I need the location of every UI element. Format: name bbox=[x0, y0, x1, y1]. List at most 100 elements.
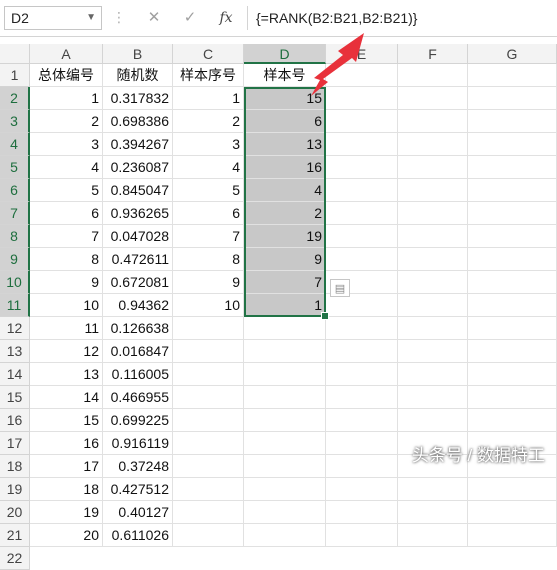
cell-g16[interactable] bbox=[468, 409, 557, 432]
cell-f20[interactable] bbox=[398, 501, 468, 524]
cell-e3[interactable] bbox=[326, 110, 398, 133]
cell-d18[interactable] bbox=[244, 455, 326, 478]
cell-b12[interactable]: 0.126638 bbox=[103, 317, 173, 340]
row-header-1[interactable]: 1 bbox=[0, 64, 30, 87]
cell-g14[interactable] bbox=[468, 363, 557, 386]
cell-g21[interactable] bbox=[468, 524, 557, 547]
cell-d10[interactable]: 7 bbox=[244, 271, 326, 294]
cell-f21[interactable] bbox=[398, 524, 468, 547]
cell-a6[interactable]: 5 bbox=[30, 179, 103, 202]
enter-icon[interactable]: ✓ bbox=[178, 6, 202, 30]
cell-c5[interactable]: 4 bbox=[173, 156, 244, 179]
row-header-9[interactable]: 9 bbox=[0, 248, 30, 271]
chevron-down-icon[interactable]: ▼ bbox=[86, 7, 96, 29]
cell-c21[interactable] bbox=[173, 524, 244, 547]
cell-a7[interactable]: 6 bbox=[30, 202, 103, 225]
cell-d17[interactable] bbox=[244, 432, 326, 455]
cell-f1[interactable] bbox=[398, 64, 468, 87]
cell-g11[interactable] bbox=[468, 294, 557, 317]
cell-c19[interactable] bbox=[173, 478, 244, 501]
cell-a10[interactable]: 9 bbox=[30, 271, 103, 294]
column-header-f[interactable]: F bbox=[398, 44, 468, 64]
cell-d4[interactable]: 13 bbox=[244, 133, 326, 156]
cell-f10[interactable] bbox=[398, 271, 468, 294]
cell-c9[interactable]: 8 bbox=[173, 248, 244, 271]
cell-d16[interactable] bbox=[244, 409, 326, 432]
cell-c6[interactable]: 5 bbox=[173, 179, 244, 202]
cell-e12[interactable] bbox=[326, 317, 398, 340]
cell-b4[interactable]: 0.394267 bbox=[103, 133, 173, 156]
row-header-12[interactable]: 12 bbox=[0, 317, 30, 340]
cell-b14[interactable]: 0.116005 bbox=[103, 363, 173, 386]
row-header-22[interactable]: 22 bbox=[0, 547, 30, 570]
cell-d7[interactable]: 2 bbox=[244, 202, 326, 225]
cell-d6[interactable]: 4 bbox=[244, 179, 326, 202]
formula-input[interactable]: {=RANK(B2:B21,B2:B21)} bbox=[247, 6, 557, 30]
cell-b15[interactable]: 0.466955 bbox=[103, 386, 173, 409]
cell-e5[interactable] bbox=[326, 156, 398, 179]
row-header-20[interactable]: 20 bbox=[0, 501, 30, 524]
cell-f16[interactable] bbox=[398, 409, 468, 432]
cell-f4[interactable] bbox=[398, 133, 468, 156]
cell-c11[interactable]: 10 bbox=[173, 294, 244, 317]
cell-f2[interactable] bbox=[398, 87, 468, 110]
cell-e16[interactable] bbox=[326, 409, 398, 432]
cell-b7[interactable]: 0.936265 bbox=[103, 202, 173, 225]
row-header-2[interactable]: 2 bbox=[0, 87, 30, 110]
cell-g15[interactable] bbox=[468, 386, 557, 409]
cell-d15[interactable] bbox=[244, 386, 326, 409]
cell-e20[interactable] bbox=[326, 501, 398, 524]
cell-c1[interactable]: 样本序号 bbox=[173, 64, 244, 87]
cell-f19[interactable] bbox=[398, 478, 468, 501]
cell-c20[interactable] bbox=[173, 501, 244, 524]
cell-d9[interactable]: 9 bbox=[244, 248, 326, 271]
row-header-8[interactable]: 8 bbox=[0, 225, 30, 248]
cell-g1[interactable] bbox=[468, 64, 557, 87]
cell-f14[interactable] bbox=[398, 363, 468, 386]
row-header-5[interactable]: 5 bbox=[0, 156, 30, 179]
cell-c16[interactable] bbox=[173, 409, 244, 432]
cell-d19[interactable] bbox=[244, 478, 326, 501]
cell-d8[interactable]: 19 bbox=[244, 225, 326, 248]
cell-e9[interactable] bbox=[326, 248, 398, 271]
cell-a20[interactable]: 19 bbox=[30, 501, 103, 524]
cell-b3[interactable]: 0.698386 bbox=[103, 110, 173, 133]
cell-b17[interactable]: 0.916119 bbox=[103, 432, 173, 455]
cell-g4[interactable] bbox=[468, 133, 557, 156]
cell-g10[interactable] bbox=[468, 271, 557, 294]
cell-b2[interactable]: 0.317832 bbox=[103, 87, 173, 110]
drag-handle-icon[interactable]: ⋮ bbox=[112, 9, 127, 26]
cell-f8[interactable] bbox=[398, 225, 468, 248]
cell-f7[interactable] bbox=[398, 202, 468, 225]
cell-c2[interactable]: 1 bbox=[173, 87, 244, 110]
cell-a16[interactable]: 15 bbox=[30, 409, 103, 432]
cell-g20[interactable] bbox=[468, 501, 557, 524]
cell-c13[interactable] bbox=[173, 340, 244, 363]
cell-d5[interactable]: 16 bbox=[244, 156, 326, 179]
row-header-14[interactable]: 14 bbox=[0, 363, 30, 386]
cell-e4[interactable] bbox=[326, 133, 398, 156]
cell-e18[interactable] bbox=[326, 455, 398, 478]
cell-a4[interactable]: 3 bbox=[30, 133, 103, 156]
cell-g19[interactable] bbox=[468, 478, 557, 501]
row-header-4[interactable]: 4 bbox=[0, 133, 30, 156]
cell-f12[interactable] bbox=[398, 317, 468, 340]
cell-c10[interactable]: 9 bbox=[173, 271, 244, 294]
cell-c15[interactable] bbox=[173, 386, 244, 409]
fill-handle[interactable] bbox=[321, 312, 329, 320]
cell-e21[interactable] bbox=[326, 524, 398, 547]
cell-d3[interactable]: 6 bbox=[244, 110, 326, 133]
row-header-13[interactable]: 13 bbox=[0, 340, 30, 363]
cell-a9[interactable]: 8 bbox=[30, 248, 103, 271]
cell-e7[interactable] bbox=[326, 202, 398, 225]
row-header-6[interactable]: 6 bbox=[0, 179, 30, 202]
cell-a15[interactable]: 14 bbox=[30, 386, 103, 409]
cell-g7[interactable] bbox=[468, 202, 557, 225]
row-header-16[interactable]: 16 bbox=[0, 409, 30, 432]
cell-g12[interactable] bbox=[468, 317, 557, 340]
cell-c4[interactable]: 3 bbox=[173, 133, 244, 156]
cell-a1[interactable]: 总体编号 bbox=[30, 64, 103, 87]
cell-b9[interactable]: 0.472611 bbox=[103, 248, 173, 271]
insert-function-icon[interactable]: fx bbox=[214, 6, 238, 30]
cell-a3[interactable]: 2 bbox=[30, 110, 103, 133]
